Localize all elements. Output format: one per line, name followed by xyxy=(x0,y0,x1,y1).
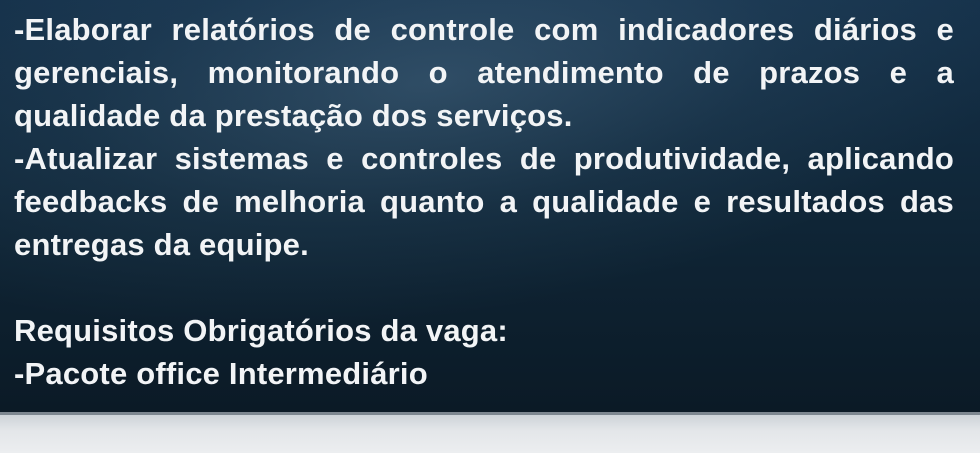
responsibility-item: -Elaborar relatórios de controle com ind… xyxy=(14,12,954,133)
requirements-heading: Requisitos Obrigatórios da vaga: xyxy=(14,313,508,348)
job-description-text: -Elaborar relatórios de controle com ind… xyxy=(14,8,954,395)
dark-content-panel: -Elaborar relatórios de controle com ind… xyxy=(0,0,980,412)
bottom-light-strip xyxy=(0,412,980,453)
responsibility-item: -Atualizar sistemas e controles de produ… xyxy=(14,141,954,262)
requirement-item: -Pacote office Intermediário xyxy=(14,356,428,391)
